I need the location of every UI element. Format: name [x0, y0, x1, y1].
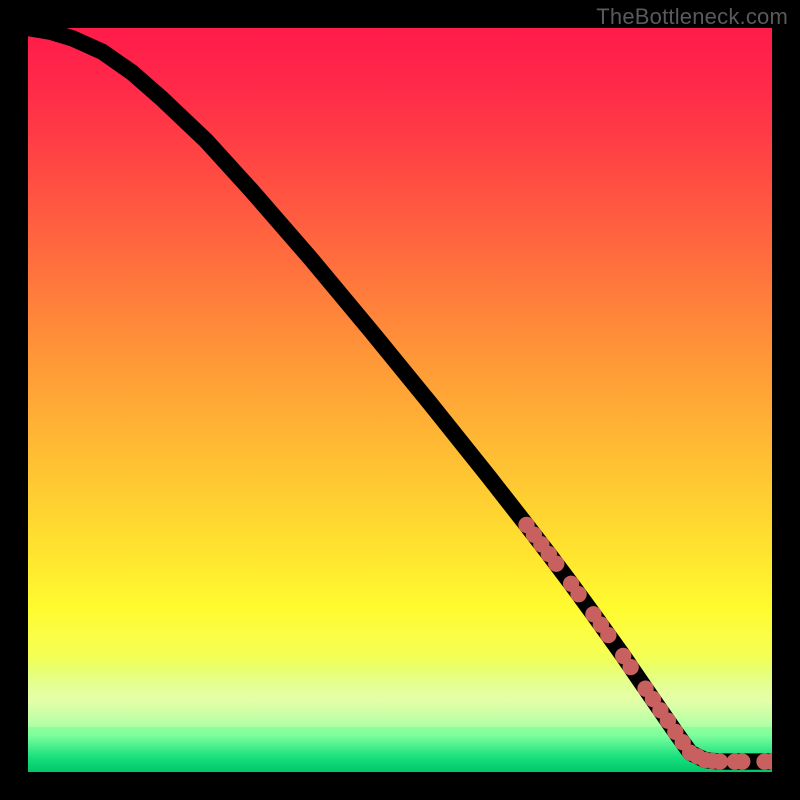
highlight-point	[570, 586, 586, 602]
highlight-point	[734, 753, 750, 769]
curve-path	[28, 28, 772, 762]
watermark-text: TheBottleneck.com	[596, 4, 788, 30]
highlight-point	[548, 555, 564, 571]
highlight-point	[622, 659, 638, 675]
plot-area	[28, 28, 772, 772]
curve-svg	[28, 28, 772, 772]
chart-stage: TheBottleneck.com	[0, 0, 800, 800]
highlight-points-group	[518, 517, 772, 770]
highlight-point	[600, 627, 616, 643]
highlight-point	[712, 753, 728, 769]
